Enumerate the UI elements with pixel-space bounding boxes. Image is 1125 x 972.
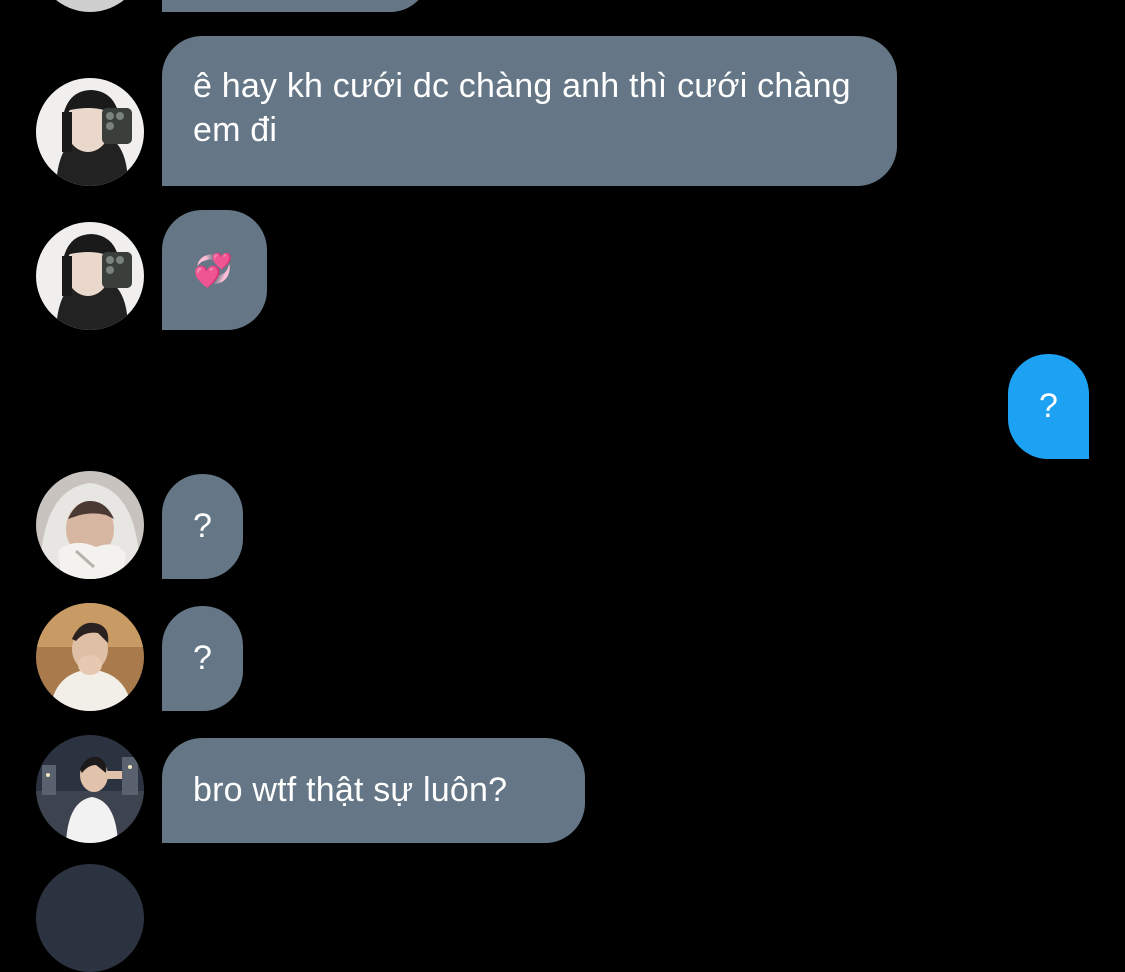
- message-bubble-incoming[interactable]: ?: [162, 474, 243, 579]
- message-bubble-incoming[interactable]: bro wtf thật sự luôn?: [162, 738, 585, 843]
- message-bubble-incoming[interactable]: 💞: [162, 210, 267, 330]
- avatar-boy-sweater[interactable]: [36, 603, 144, 711]
- message-text: bro wtf thật sự luôn?: [193, 771, 508, 809]
- message-bubble-outgoing[interactable]: ?: [1008, 354, 1089, 459]
- avatar-girl-mirror-selfie[interactable]: [36, 78, 144, 186]
- avatar-partial-bottom[interactable]: [36, 864, 144, 972]
- avatar-partial-top[interactable]: [36, 0, 144, 12]
- avatar-boy-hoodie[interactable]: [36, 471, 144, 579]
- message-text: ?: [192, 639, 213, 677]
- two-hearts-emoji: 💞: [193, 252, 234, 288]
- message-text: ?: [1038, 387, 1059, 425]
- message-bubble-incoming[interactable]: ê hay kh cưới dc chàng anh thì cưới chàn…: [162, 36, 897, 186]
- message-text: ê hay kh cưới dc chàng anh thì cưới chàn…: [193, 67, 861, 149]
- avatar-girl-mirror-selfie[interactable]: [36, 222, 144, 330]
- message-bubble-partial-top[interactable]: [162, 0, 430, 12]
- avatar-boy-night-city[interactable]: [36, 735, 144, 843]
- message-bubble-incoming[interactable]: ?: [162, 606, 243, 711]
- chat-thread: ê hay kh cưới dc chàng anh thì cưới chàn…: [0, 0, 1125, 972]
- message-text: ?: [192, 507, 213, 545]
